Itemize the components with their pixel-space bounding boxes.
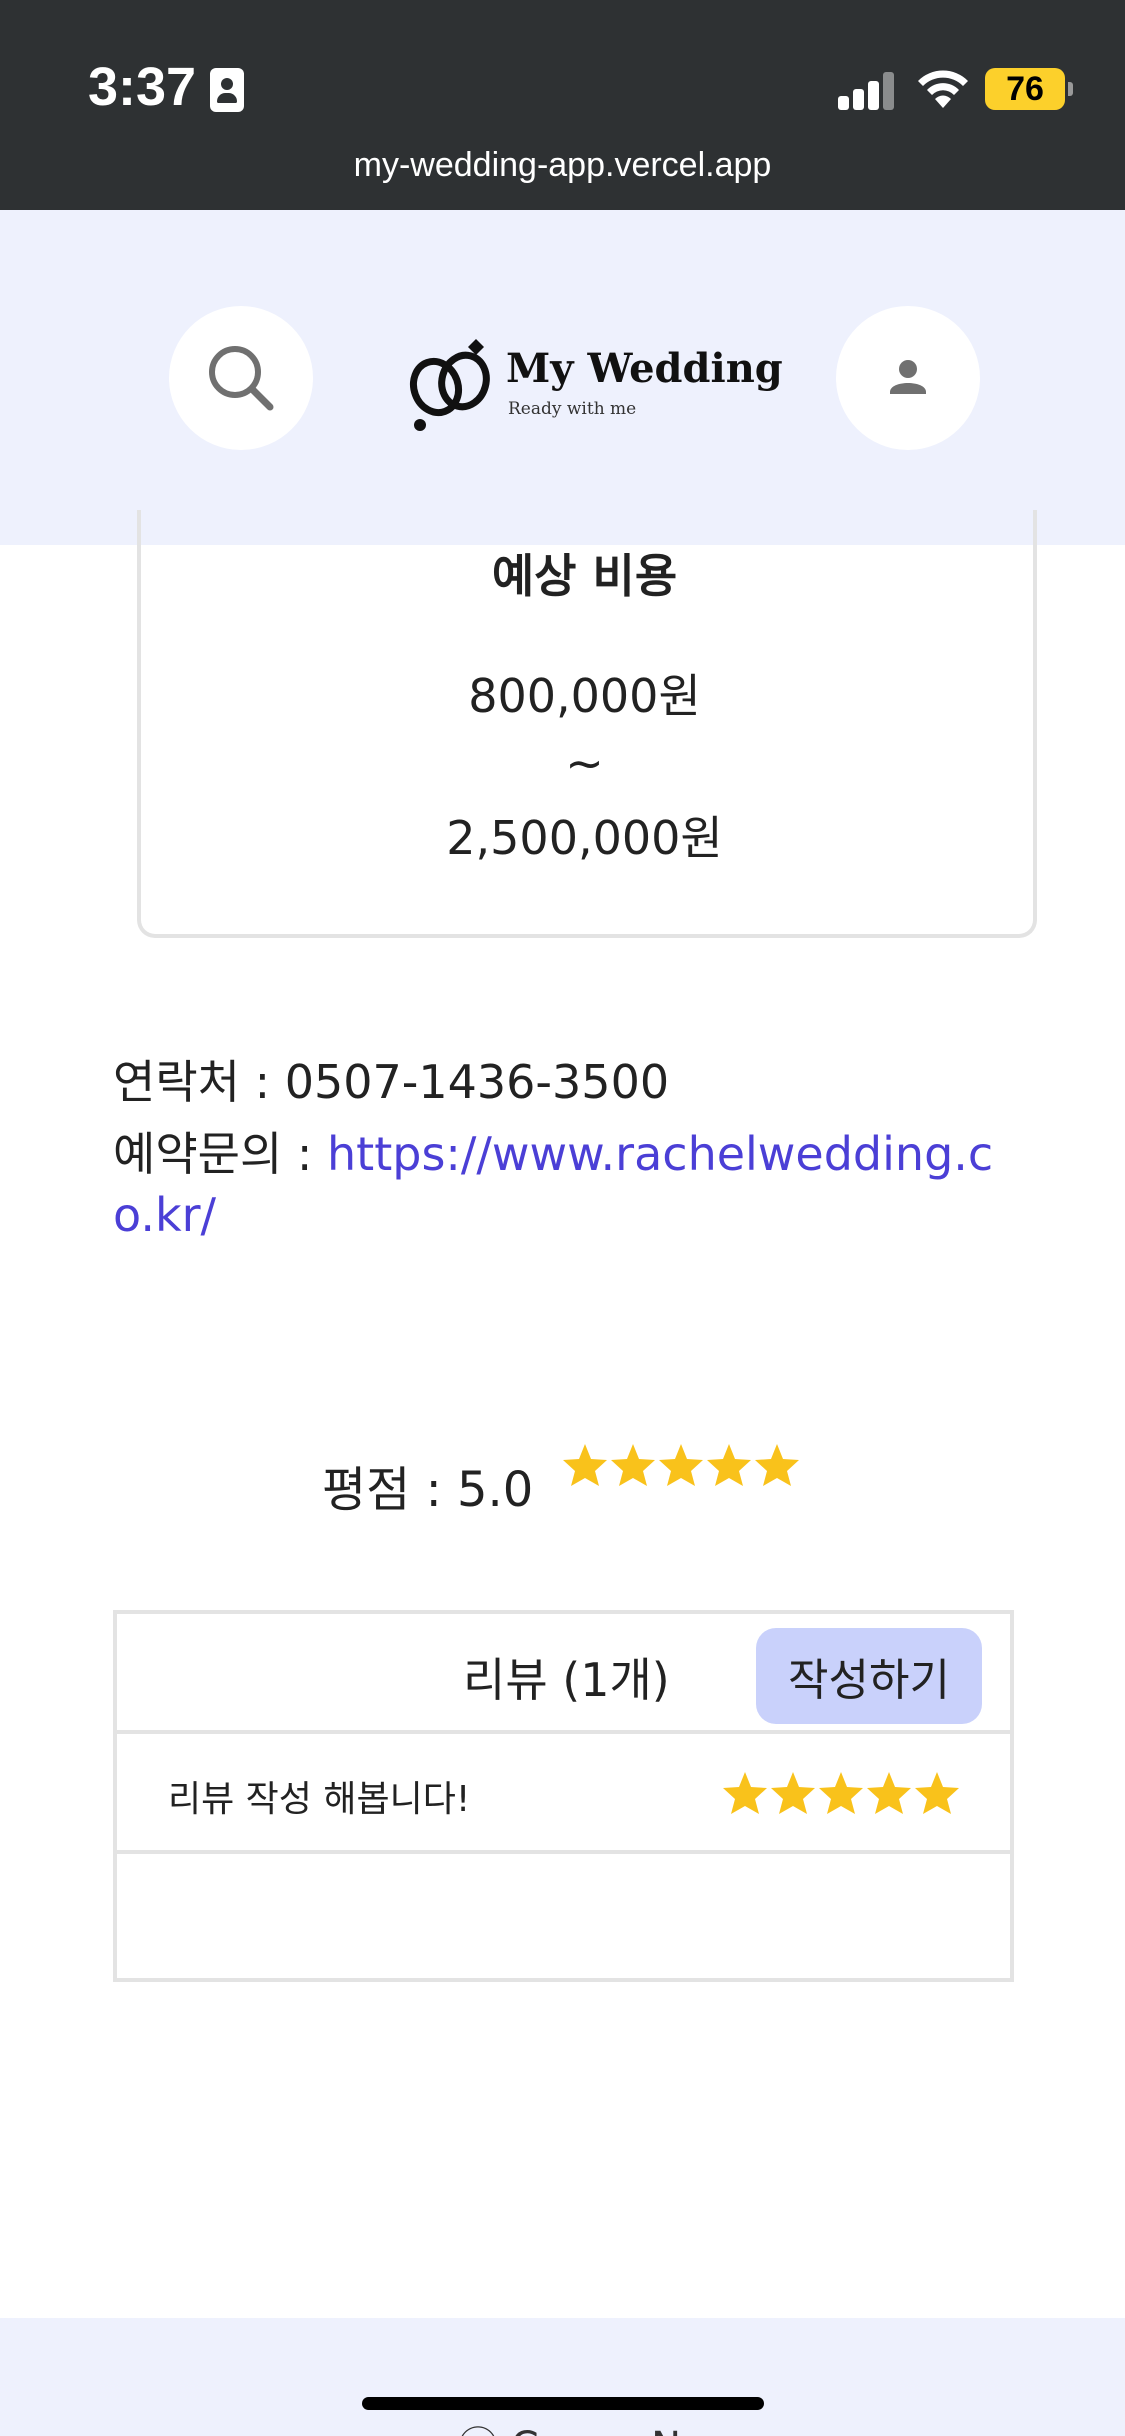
review-row[interactable]: 리뷰 작성 해봅니다! xyxy=(117,1734,1010,1854)
wifi-icon xyxy=(918,70,968,108)
rings-icon xyxy=(409,339,490,431)
home-indicator[interactable] xyxy=(362,2397,764,2410)
star-icon xyxy=(723,1772,767,1814)
inquiry-line: 예약문의 : https://www.rachelwedding.c xyxy=(113,1118,993,1184)
reviews-table: 리뷰 (1개) 작성하기 리뷰 작성 해봅니다! xyxy=(113,1610,1014,1982)
rating-label: 평점 : 5.0 xyxy=(322,1462,534,1518)
star-icon xyxy=(563,1444,607,1486)
star-icon xyxy=(915,1772,959,1814)
star-icon xyxy=(867,1772,911,1814)
person-icon xyxy=(890,360,926,394)
battery-icon: 76 xyxy=(985,68,1073,110)
star-icon xyxy=(707,1444,751,1486)
app-header: My Wedding Ready with me xyxy=(0,210,1125,545)
contact-card-icon xyxy=(210,68,244,112)
star-icon xyxy=(755,1444,799,1486)
address-bar-url[interactable]: my-wedding-app.vercel.app xyxy=(0,146,1125,185)
star-icon xyxy=(771,1772,815,1814)
star-icon xyxy=(611,1444,655,1486)
page-footer: ⓒ Coupe No xyxy=(0,2318,1125,2436)
rating-stars xyxy=(561,1442,801,1488)
star-icon xyxy=(819,1772,863,1814)
logo-title: My Wedding xyxy=(506,345,783,392)
review-text: 리뷰 작성 해봅니다! xyxy=(168,1779,471,1820)
status-bar: 3:37 76 my-wedding-app.vercel.app xyxy=(0,0,1125,210)
status-time: 3:37 xyxy=(88,57,197,117)
cost-separator: ~ xyxy=(565,736,604,790)
phone-number[interactable]: 0507-1436-3500 xyxy=(285,1055,669,1109)
app-logo[interactable]: My Wedding Ready with me xyxy=(398,325,783,435)
cost-max: 2,500,000원 xyxy=(446,811,723,865)
inquiry-line-continued: o.kr/ xyxy=(113,1188,216,1242)
search-icon xyxy=(209,346,274,411)
logo-subtitle: Ready with me xyxy=(508,399,637,419)
search-button[interactable] xyxy=(169,306,313,450)
cellular-signal-icon xyxy=(838,72,896,110)
reviews-header-row: 리뷰 (1개) 작성하기 xyxy=(117,1614,1010,1734)
review-count: 리뷰 (1개) xyxy=(463,1653,670,1707)
profile-button[interactable] xyxy=(836,306,980,450)
battery-level: 76 xyxy=(1006,70,1044,108)
phone-label: 연락처 : xyxy=(113,1055,285,1109)
inquiry-label: 예약문의 : xyxy=(113,1127,328,1181)
cost-min: 800,000원 xyxy=(468,669,701,723)
write-review-button[interactable]: 작성하기 xyxy=(756,1628,982,1724)
inquiry-link-continued[interactable]: o.kr/ xyxy=(113,1188,216,1242)
estimated-cost-title: 예상 비용 xyxy=(491,549,678,603)
footer-copyright: ⓒ Coupe No xyxy=(458,2414,706,2436)
inquiry-link[interactable]: https://www.rachelwedding.c xyxy=(327,1127,993,1181)
phone-line: 연락처 : 0507-1436-3500 xyxy=(113,1046,669,1112)
review-stars xyxy=(721,1770,961,1816)
star-icon xyxy=(659,1444,703,1486)
